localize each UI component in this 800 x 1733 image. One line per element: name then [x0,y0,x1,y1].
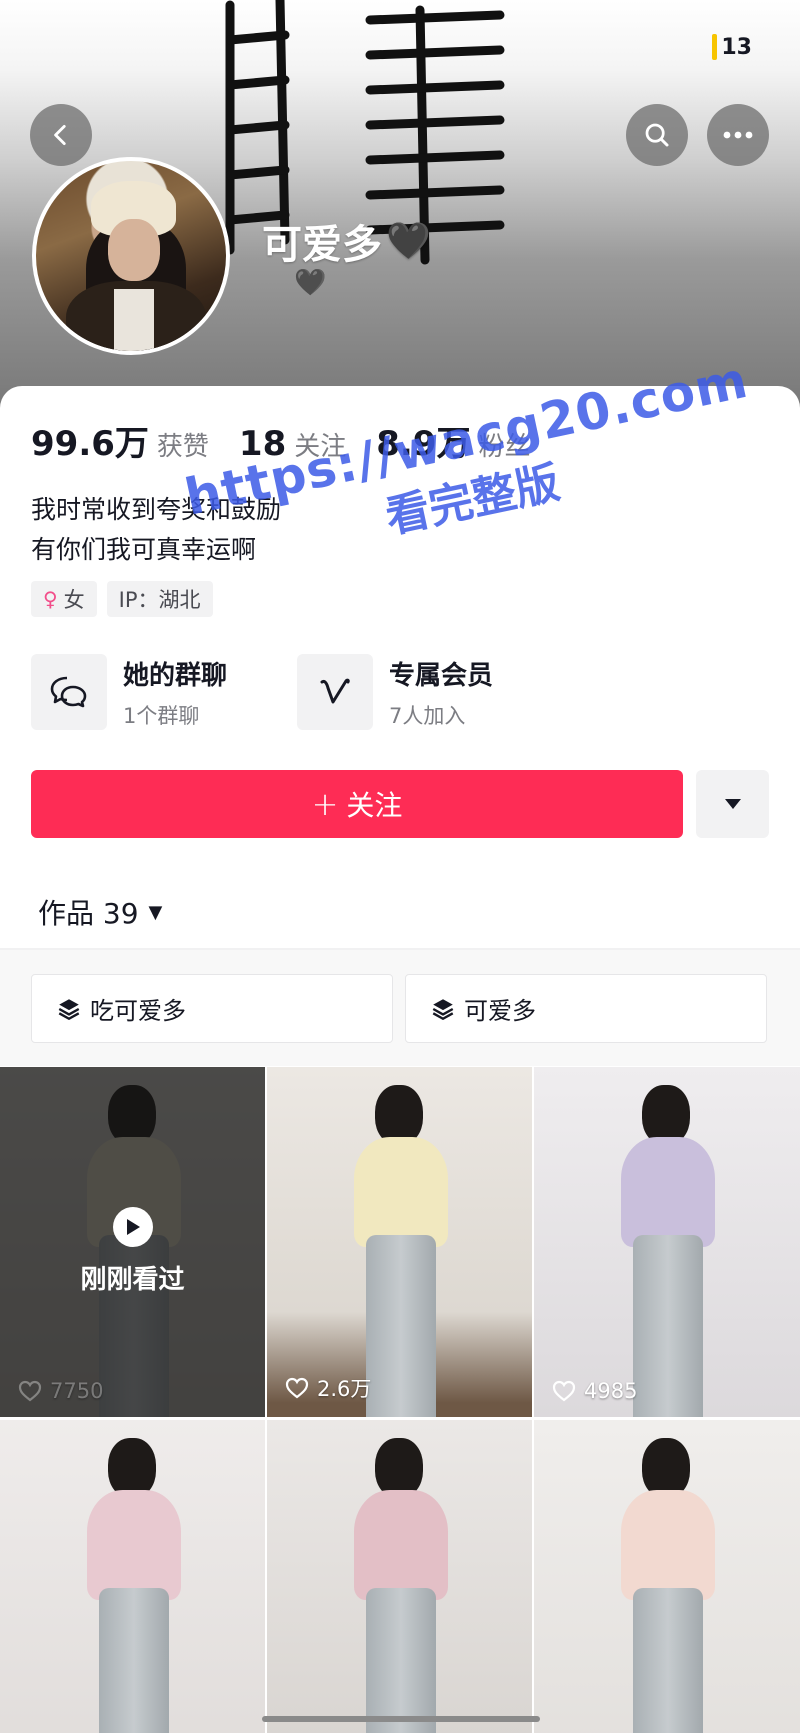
group-chat-icon [31,654,107,730]
video-thumbnail[interactable] [534,1420,800,1733]
plus-icon: + [311,785,339,823]
play-icon [112,1207,153,1247]
chevron-left-icon [54,124,66,146]
gender-tag: ♀ 女 [31,581,97,617]
like-count: 2.6万 [285,1373,371,1403]
heart-outline-icon [285,1377,309,1399]
tab-works[interactable]: 作品 39 ▼ [38,892,162,932]
follow-dropdown-button[interactable] [696,770,769,838]
caret-down-icon [724,799,741,809]
heart-outline-icon [552,1380,576,1402]
recently-watched-label: 刚刚看过 [80,1265,185,1295]
video-thumbnail[interactable] [267,1420,532,1733]
search-button[interactable] [626,104,688,166]
search-icon [645,123,669,147]
ip-location-tag: IP：湖北 [106,581,213,617]
stat-following[interactable]: 18 关注 [239,424,346,464]
more-button[interactable] [707,104,769,166]
video-grid: 刚刚看过 7750 2.6万 4985 [0,1067,800,1733]
stat-likes[interactable]: 99.6万 获赞 [31,416,209,465]
collections-list: 吃可爱多 可爱多 [31,974,767,1043]
membership-entry[interactable]: 专属会员 7人加入 [297,654,563,730]
follow-button[interactable]: + 关注 [31,770,683,838]
more-horizontal-icon [723,131,753,139]
back-button[interactable] [30,104,92,166]
video-thumbnail[interactable]: 4985 [534,1067,800,1417]
collection-layers-icon [58,998,80,1020]
bio-line: 我时常收到夸奖和鼓励 [31,495,282,524]
battery-icon [712,34,718,60]
video-thumbnail[interactable] [0,1420,265,1733]
battery-indicator: 13 [712,34,752,60]
avatar[interactable] [32,157,230,355]
bio-line: 有你们我可真幸运啊 [31,535,257,564]
video-thumbnail[interactable]: 2.6万 [267,1067,532,1417]
collection-item[interactable]: 可爱多 [405,974,767,1043]
group-chat-entry[interactable]: 她的群聊 1个群聊 [31,654,297,730]
collection-layers-icon [432,998,454,1020]
profile-nickname: 可爱多 🖤 [262,221,431,268]
like-count: 7750 [18,1379,103,1403]
profile-stats: 99.6万 获赞 18 关注 8.9万 粉丝 [31,416,561,465]
stat-followers[interactable]: 8.9万 粉丝 [376,416,530,465]
home-indicator[interactable] [262,1716,540,1722]
membership-v-icon [297,654,373,730]
profile-bio: 我时常收到夸奖和鼓励 有你们我可真幸运啊 [31,490,281,570]
video-thumbnail[interactable]: 刚刚看过 7750 [0,1067,265,1417]
black-heart-icon: 🖤 [386,221,431,262]
profile-tags: ♀ 女 IP：湖北 [31,581,213,617]
profile-features: 她的群聊 1个群聊 专属会员 7人加入 [31,654,563,730]
black-heart-icon: 🖤 [294,268,327,298]
like-count: 4985 [552,1379,637,1403]
profile-banner: 13 可爱多 🖤 🖤 [0,0,800,420]
collection-item[interactable]: 吃可爱多 [31,974,393,1043]
female-icon: ♀ [43,587,58,611]
caret-down-icon: ▼ [148,901,163,923]
heart-outline-icon [18,1380,42,1402]
